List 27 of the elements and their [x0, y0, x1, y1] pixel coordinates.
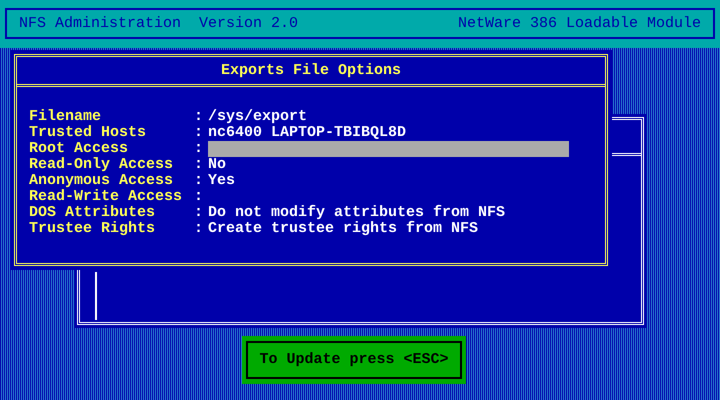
colon: : — [194, 156, 204, 173]
field-label: Read-Only Access — [29, 157, 174, 173]
field-label: Anonymous Access — [29, 173, 174, 189]
colon: : — [194, 124, 204, 141]
status-message: To Update press <ESC> — [259, 352, 449, 368]
field-value[interactable]: nc6400 LAPTOP-TBIBQL8D — [208, 125, 406, 141]
field-label: Filename — [29, 109, 102, 125]
field-value[interactable]: Create trustee rights from NFS — [208, 221, 478, 237]
colon: : — [194, 220, 204, 237]
field-value[interactable]: /sys/export — [208, 109, 308, 125]
app-title: NFS Administration Version 2.0 — [19, 16, 298, 32]
input-field[interactable] — [208, 141, 569, 157]
field-label: Read-Write Access — [29, 189, 184, 205]
dialog-title: Exports File Options — [220, 62, 402, 78]
colon: : — [194, 172, 204, 189]
colon: : — [194, 204, 204, 221]
module-label: NetWare 386 Loadable Module — [458, 16, 701, 32]
field-value[interactable]: Yes — [208, 173, 236, 189]
field-label: Root Access — [29, 141, 130, 157]
field-label: Trusted Hosts — [29, 125, 148, 141]
field-label: DOS Attributes — [29, 205, 156, 221]
colon: : — [194, 108, 204, 125]
field-value[interactable]: No — [208, 157, 226, 173]
field-value[interactable]: Do not modify attributes from NFS — [208, 205, 506, 221]
field-label: Trustee Rights — [29, 221, 156, 237]
colon: : — [194, 140, 204, 157]
colon: : — [194, 188, 204, 205]
